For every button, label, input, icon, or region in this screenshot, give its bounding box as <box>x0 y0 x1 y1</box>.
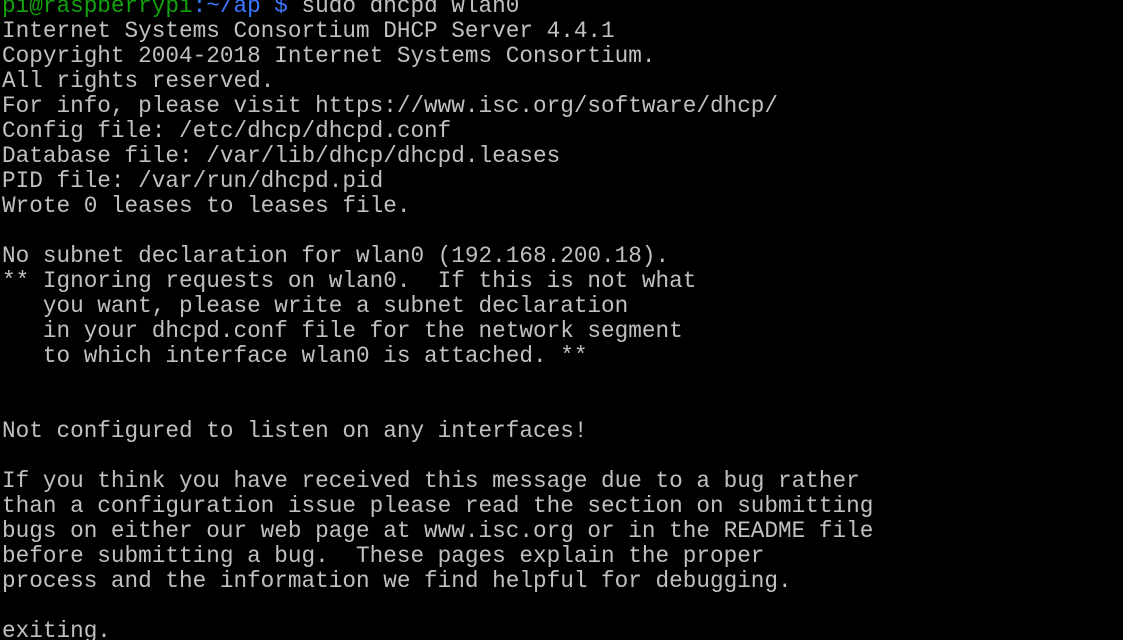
output-line: to which interface wlan0 is attached. ** <box>2 343 588 369</box>
output-line: in your dhcpd.conf file for the network … <box>2 318 683 344</box>
output-line: ** Ignoring requests on wlan0. If this i… <box>2 268 697 294</box>
output-line: For info, please visit https://www.isc.o… <box>2 93 779 119</box>
prompt-user-host: pi@raspberrypi <box>2 0 193 19</box>
prompt-line: pi@raspberrypi:~/ap $ sudo dhcpd wlan0 <box>2 0 873 19</box>
output-line: Not configured to listen on any interfac… <box>2 418 588 444</box>
output-line: Copyright 2004-2018 Internet Systems Con… <box>2 43 656 69</box>
terminal-output: pi@raspberrypi:~/ap $ sudo dhcpd wlan0 I… <box>2 0 873 640</box>
output-line: No subnet declaration for wlan0 (192.168… <box>2 243 670 269</box>
output-line: PID file: /var/run/dhcpd.pid <box>2 168 384 194</box>
output-line: Database file: /var/lib/dhcp/dhcpd.lease… <box>2 143 561 169</box>
output-line: exiting. <box>2 618 111 640</box>
output-line: process and the information we find help… <box>2 568 792 594</box>
output-line: bugs on either our web page at www.isc.o… <box>2 518 874 544</box>
terminal-window[interactable]: pi@raspberrypi:~/ap $ sudo dhcpd wlan0 I… <box>0 0 1123 640</box>
output-line: before submitting a bug. These pages exp… <box>2 543 765 569</box>
output-line: All rights reserved. <box>2 68 275 94</box>
output-line: than a configuration issue please read t… <box>2 493 874 519</box>
output-line: Wrote 0 leases to leases file. <box>2 193 411 219</box>
output-line: Internet Systems Consortium DHCP Server … <box>2 18 615 44</box>
prompt-path: :~/ap $ <box>192 0 288 19</box>
prompt-command: sudo dhcpd wlan0 <box>287 0 520 19</box>
output-line: Config file: /etc/dhcp/dhcpd.conf <box>2 118 452 144</box>
output-line: you want, please write a subnet declarat… <box>2 293 629 319</box>
output-line: If you think you have received this mess… <box>2 468 860 494</box>
